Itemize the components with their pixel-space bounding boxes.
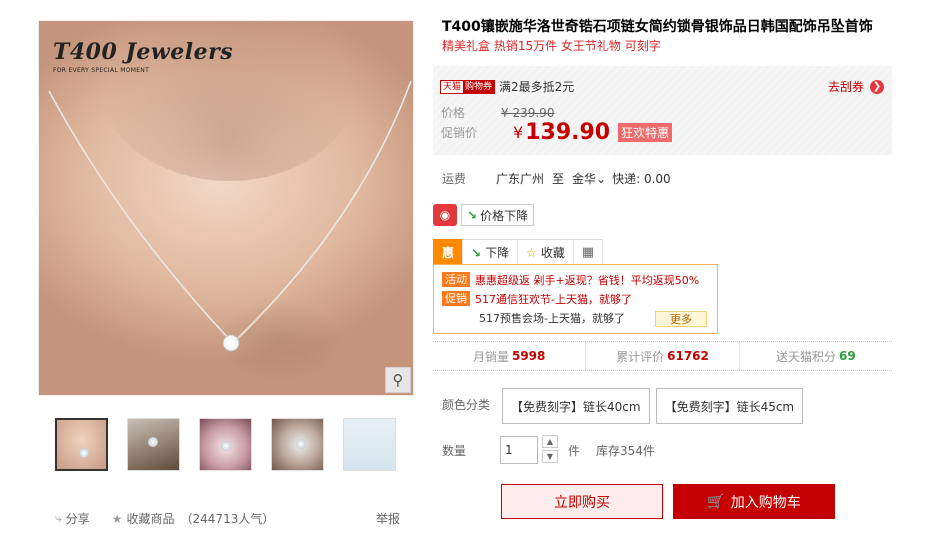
monthly-sales-label: 月销量	[472, 349, 509, 364]
thumbnail-4[interactable]	[271, 418, 324, 471]
tmall-points-value: 69	[838, 349, 856, 363]
tmall-points-label: 送天猫积分	[775, 349, 836, 364]
promo-price-label: 促销价	[441, 126, 478, 140]
quantity-stepper: ▲ ▼	[542, 435, 558, 465]
scratch-coupon-link[interactable]: 去刮券 ❯	[828, 78, 884, 95]
option-45cm[interactable]: 【免费刻字】链长45cm	[655, 388, 804, 424]
original-price-value: ¥ 239.90	[501, 105, 555, 120]
review-count[interactable]: 累计评价 61762	[586, 342, 740, 370]
coupon-promo: 天猫 购物券 满2最多抵2元	[440, 78, 574, 95]
arrow-down-icon: ↘	[467, 208, 478, 222]
shipping-label: 运费	[442, 172, 467, 186]
sales-stats: 月销量 5998 累计评价 61762 送天猫积分 69	[433, 341, 892, 371]
review-count-label: 累计评价	[616, 349, 665, 364]
thumbnail-1[interactable]	[55, 418, 108, 471]
add-to-cart-button[interactable]: 🛒 加入购物车	[673, 484, 835, 519]
thumbnail-strip	[55, 418, 396, 471]
original-price-row: 价格 ¥ 239.90	[441, 104, 554, 121]
chevron-right-icon: ❯	[870, 79, 884, 94]
share-icon: ⤷	[55, 511, 62, 525]
price-panel: 天猫 购物券 满2最多抵2元 去刮券 ❯ 价格 ¥ 239.90 促销价 ¥ 1…	[433, 66, 892, 155]
promo-row-sale[interactable]: 促销 517通信狂欢节-上天猫，就够了	[442, 289, 709, 308]
promo-row-activity[interactable]: 活动 惠惠超级返 剁手+返现？省钱！平均返现50%	[442, 270, 709, 289]
ship-to-word: 至	[552, 172, 565, 186]
tab-collect-label: 收藏	[540, 246, 565, 260]
quantity-row: 数量 1 ▲ ▼ 件 库存354件	[442, 435, 655, 465]
product-title: T400镶嵌施华洛世奇锆石项链女简约锁骨银饰品日韩国配饰吊坠首饰	[442, 19, 873, 35]
coupon-promo-text: 满2最多抵2元	[499, 80, 575, 94]
ship-to-value: 金华	[572, 172, 597, 186]
favorite-label: 收藏商品	[126, 512, 175, 526]
shipping-row: 运费 广东广州 至 金华⌄ 快递: 0.00	[442, 170, 671, 187]
huihui-logo-icon: ◉	[433, 204, 457, 226]
tab-qrcode[interactable]: ▦	[572, 239, 604, 265]
promotion-panel: 活动 惠惠超级返 剁手+返现？省钱！平均返现50% 促销 517通信狂欢节-上天…	[433, 264, 718, 334]
ship-from: 广东广州	[496, 172, 545, 186]
qrcode-icon: ▦	[581, 245, 595, 260]
thumbnail-5[interactable]	[343, 418, 396, 471]
increment-button[interactable]: ▲	[542, 435, 558, 448]
activity-label: 活动	[442, 272, 470, 287]
popularity-count: （244713人气）	[180, 512, 275, 526]
quantity-label: 数量	[442, 443, 467, 458]
cart-icon: 🛒	[707, 493, 725, 510]
quantity-input[interactable]: 1	[500, 436, 538, 464]
brand-tagline: FOR EVERY SPECIAL MOMENT	[53, 67, 150, 74]
express-fee: 快递: 0.00	[612, 172, 671, 186]
tmall-coupon-tag: 天猫 购物券	[440, 79, 496, 94]
thumbnail-3[interactable]	[199, 418, 252, 471]
sale-label: 促销	[442, 291, 470, 306]
helper-tabs: 惠 ↘ 下降 ☆ 收藏 ▦	[433, 239, 604, 265]
promo-price-value: 139.90	[525, 120, 611, 145]
stock-count: 库存354件	[596, 443, 655, 458]
promo-price-row: 促销价 ¥ 139.90 狂欢特惠	[441, 120, 673, 145]
tmall-tag-text: 天猫	[441, 80, 464, 93]
scratch-coupon-label: 去刮券	[827, 80, 864, 94]
report-link[interactable]: 举报	[376, 510, 400, 527]
coupon-tag-text: 购物券	[463, 80, 495, 93]
color-selector: 颜色分类 【免费刻字】链长40cm 【免费刻字】链长45cm	[442, 388, 809, 424]
sale-text: 517通信狂欢节-上天猫，就够了	[475, 292, 632, 306]
arrow-down-icon: ↘	[471, 245, 482, 260]
ship-to-selector[interactable]: 金华⌄	[572, 170, 606, 187]
more-button[interactable]: 更多	[655, 311, 707, 327]
price-drop-label: 价格下降	[480, 208, 529, 223]
currency-symbol: ¥	[513, 123, 524, 142]
tab-price-drop[interactable]: ↘ 下降	[462, 239, 519, 265]
decrement-button[interactable]: ▼	[542, 450, 558, 463]
monthly-sales: 月销量 5998	[433, 342, 587, 370]
price-drop-alert: ◉ ↘ 价格下降	[433, 204, 535, 226]
chevron-down-icon: ⌄	[596, 172, 607, 186]
star-icon: ★	[111, 511, 123, 526]
review-count-value: 61762	[667, 349, 709, 363]
monthly-sales-value: 5998	[511, 349, 546, 363]
main-product-image[interactable]: T400 Jewelers FOR EVERY SPECIAL MOMENT ⚲	[38, 20, 414, 396]
product-subtitle: 精美礼盒 热销15万件 女王节礼物 可刻字	[442, 39, 661, 53]
brand-logo: T400 Jewelers	[53, 39, 234, 65]
promo-badge: 狂欢特惠	[618, 123, 673, 142]
original-price-label: 价格	[441, 106, 466, 120]
option-40cm[interactable]: 【免费刻字】链长40cm	[502, 388, 650, 424]
presale-text: 517预售会场-上天猫，就够了	[479, 311, 625, 325]
tab-hui[interactable]: 惠	[433, 239, 463, 265]
tab-collect[interactable]: ☆ 收藏	[517, 239, 574, 265]
favorite-link[interactable]: ★ 收藏商品 （244713人气）	[112, 510, 275, 527]
add-to-cart-label: 加入购物车	[730, 494, 801, 511]
price-drop-button[interactable]: ↘ 价格下降	[461, 204, 535, 226]
buy-now-button[interactable]: 立即购买	[501, 484, 663, 519]
tmall-points: 送天猫积分 69	[740, 342, 892, 370]
star-outline-icon: ☆	[526, 245, 537, 260]
thumbnail-2[interactable]	[127, 418, 180, 471]
activity-text: 惠惠超级返 剁手+返现？省钱！平均返现50%	[475, 273, 700, 287]
color-label: 颜色分类	[442, 398, 491, 412]
necklace-illustration	[48, 80, 412, 352]
share-link[interactable]: 分享	[66, 510, 90, 527]
social-actions: ⤷ 分享 ★ 收藏商品 （244713人气） 举报	[55, 510, 400, 527]
brand-watermark: T400 Jewelers FOR EVERY SPECIAL MOMENT	[53, 39, 233, 74]
tab-price-drop-label: 下降	[485, 246, 510, 260]
quantity-unit: 件	[568, 443, 581, 458]
magnifier-icon[interactable]: ⚲	[385, 367, 411, 393]
